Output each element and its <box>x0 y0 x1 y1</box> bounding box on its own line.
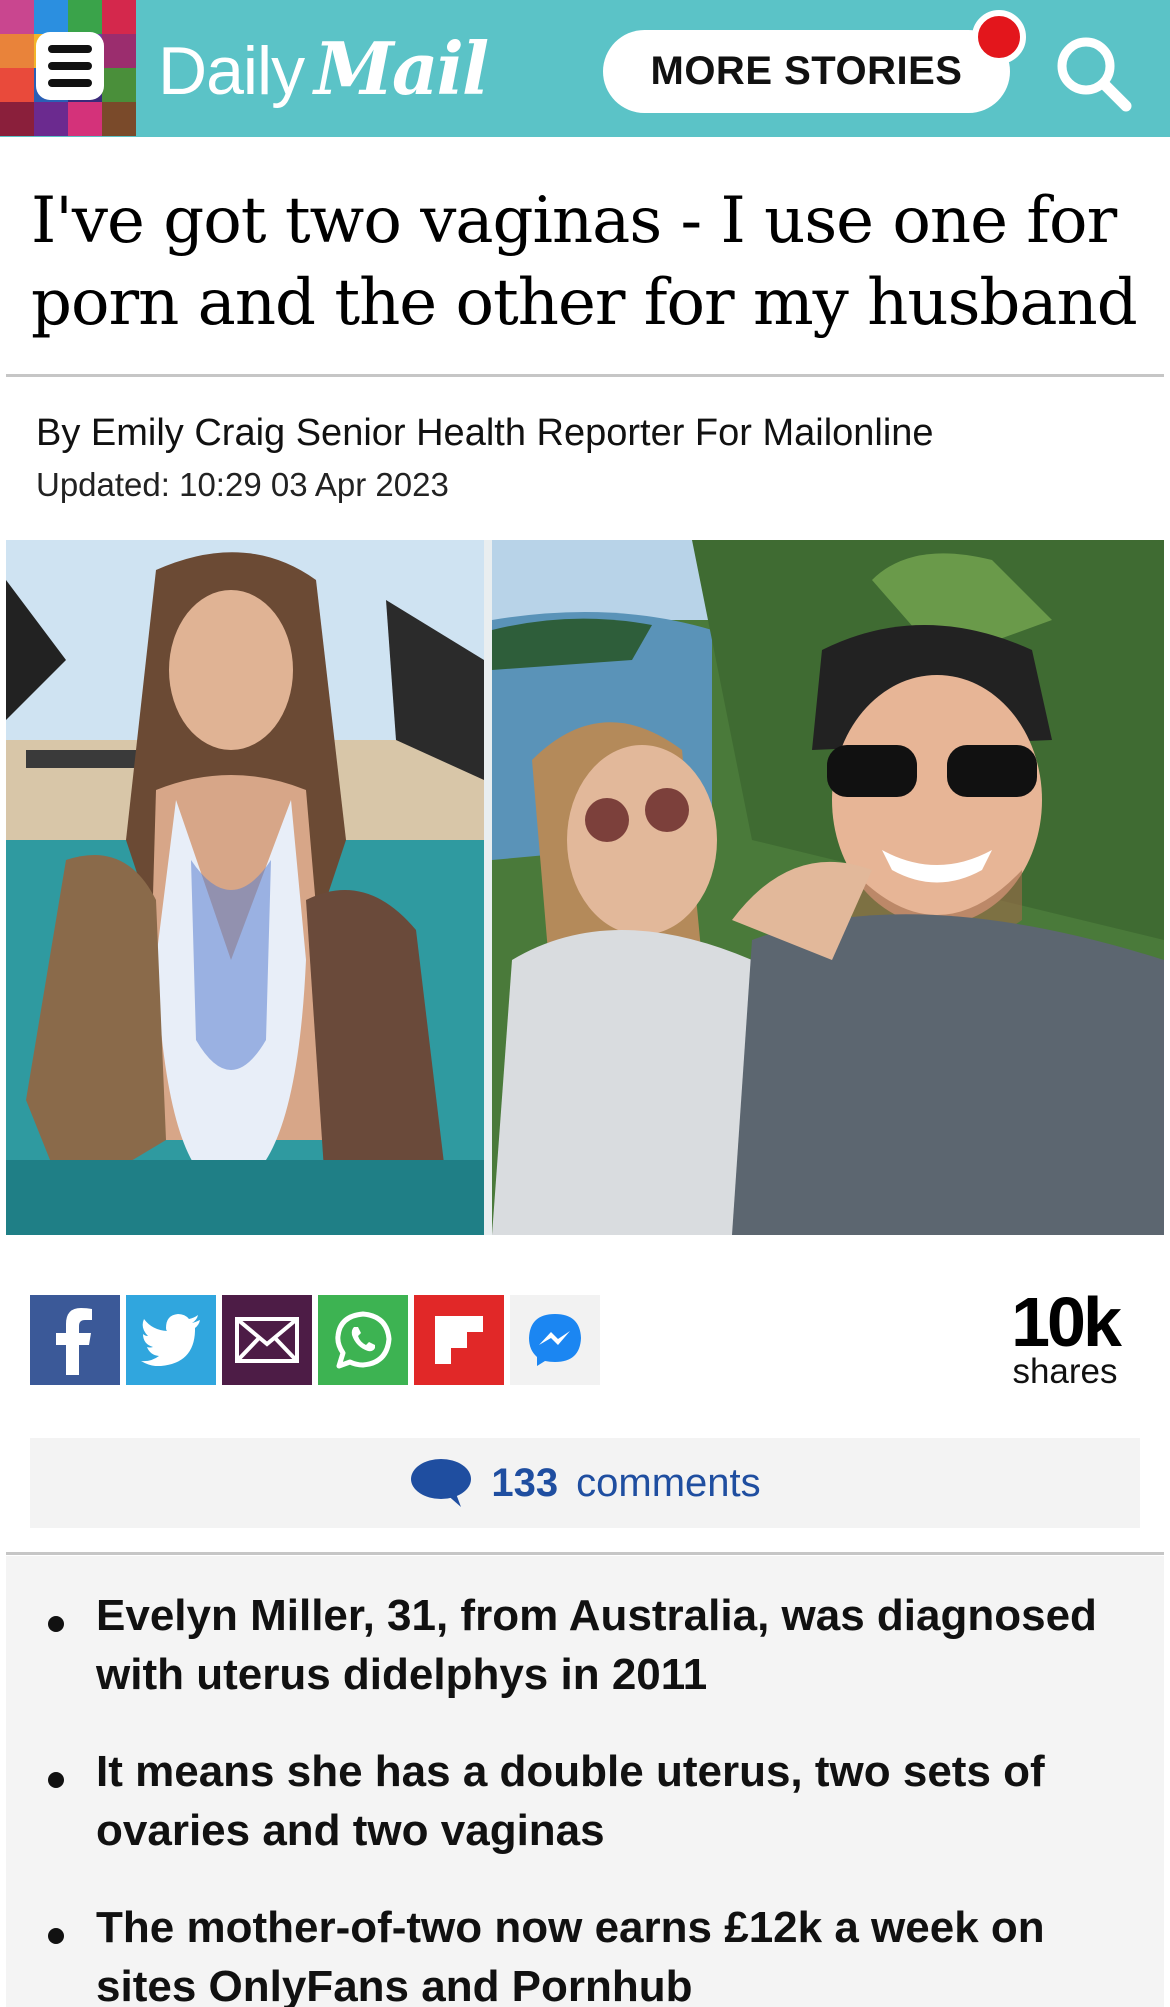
hamburger-menu-icon[interactable] <box>36 32 104 100</box>
byline[interactable]: By Emily Craig Senior Health Reporter Fo… <box>36 412 934 455</box>
email-share-button[interactable] <box>222 1295 312 1385</box>
photo-divider <box>484 540 492 1235</box>
article-headline: I've got two vaginas - I use one for por… <box>31 184 1138 340</box>
facebook-share-button[interactable] <box>30 1295 120 1385</box>
facebook-icon <box>56 1308 92 1375</box>
daily-mail-logo[interactable]: Daily Mail <box>158 26 489 111</box>
messenger-icon <box>529 1314 581 1366</box>
speech-bubble-icon <box>411 1459 472 1507</box>
summary-bullet-2: It means she has a double uterus, two se… <box>96 1747 1045 1855</box>
summary-bullet-1: Evelyn Miller, 31, from Australia, was d… <box>96 1591 1097 1699</box>
bullet-dot <box>48 1616 64 1632</box>
whatsapp-share-button[interactable] <box>318 1295 408 1385</box>
divider <box>6 1552 1164 1555</box>
search-icon[interactable] <box>1050 30 1134 114</box>
share-count: 10k <box>1011 1283 1122 1361</box>
logo-daily-text: Daily <box>158 33 305 109</box>
summary-bullet-3: The mother-of-two now earns £12k a week … <box>96 1903 1045 2007</box>
flipboard-icon <box>435 1316 483 1364</box>
bullet-dot <box>48 1928 64 1944</box>
email-icon <box>235 1317 299 1363</box>
flipboard-share-button[interactable] <box>414 1295 504 1385</box>
share-count-label: shares <box>1012 1352 1118 1391</box>
notification-dot <box>972 10 1026 64</box>
top-header-bar: Daily Mail MORE STORIES <box>0 0 1170 137</box>
whatsapp-icon <box>335 1311 392 1369</box>
couple-selfie-photo <box>492 540 1164 1235</box>
logo-mail-text: Mail <box>314 26 489 111</box>
article-main-image[interactable] <box>6 540 1164 1235</box>
more-stories-button[interactable]: MORE STORIES <box>603 30 1010 113</box>
comments-label: comments <box>576 1460 761 1505</box>
comments-link[interactable]: 133 comments <box>30 1438 1140 1528</box>
twitter-icon <box>141 1314 200 1366</box>
divider <box>6 374 1164 377</box>
bullet-dot <box>48 1772 64 1788</box>
comments-count: 133 <box>491 1460 559 1505</box>
woman-in-swimsuit-photo <box>6 540 484 1235</box>
updated-timestamp: Updated: 10:29 03 Apr 2023 <box>36 466 449 503</box>
messenger-share-button[interactable] <box>510 1295 600 1385</box>
twitter-share-button[interactable] <box>126 1295 216 1385</box>
article-summary-bullets: Evelyn Miller, 31, from Australia, was d… <box>6 1556 1164 2007</box>
